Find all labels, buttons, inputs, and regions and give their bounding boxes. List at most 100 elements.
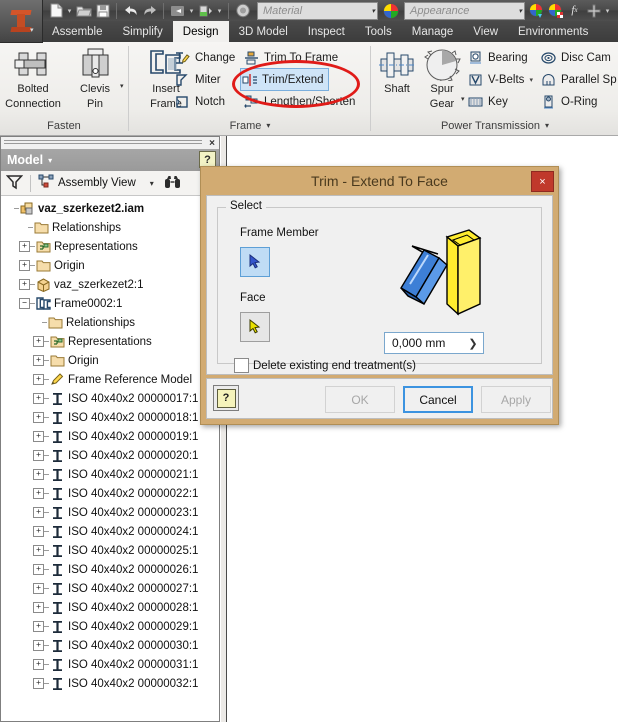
expand-icon[interactable]: + — [33, 583, 44, 594]
tab-tools[interactable]: Tools — [355, 21, 402, 42]
expand-icon[interactable]: + — [33, 621, 44, 632]
chevron-down-icon[interactable]: ▾ — [30, 26, 34, 34]
tab-simplify[interactable]: Simplify — [113, 21, 173, 42]
expand-icon[interactable]: + — [33, 393, 44, 404]
panel-frame-label[interactable]: Frame ▾ — [130, 117, 370, 134]
appearance-combo[interactable]: Appearance ▾ — [404, 1, 525, 20]
expand-icon[interactable]: + — [33, 431, 44, 442]
tree-row[interactable]: + Representations — [1, 237, 219, 256]
new-file-dropdown-icon[interactable]: ▾ — [65, 7, 74, 15]
close-icon[interactable]: × — [205, 138, 219, 149]
frame-member-select-button[interactable] — [240, 247, 270, 277]
return-dropdown-icon[interactable]: ▾ — [187, 7, 196, 15]
miter-button[interactable]: Miter — [174, 69, 221, 90]
tree-row[interactable]: + ISO 40x40x2 00000017:1 — [1, 389, 219, 408]
expand-icon[interactable]: + — [33, 564, 44, 575]
expand-icon[interactable]: + — [19, 279, 30, 290]
spur-gear-dropdown-icon[interactable]: ▾ — [461, 94, 465, 107]
spur-gear-button[interactable]: Spur Gear ▾ — [417, 45, 467, 110]
clevis-pin-dropdown-icon[interactable]: ▾ — [120, 81, 124, 94]
tree-row[interactable]: + ISO 40x40x2 00000026:1 — [1, 560, 219, 579]
tree-row[interactable]: + Origin — [1, 256, 219, 275]
expand-icon[interactable]: + — [19, 260, 30, 271]
panel-power-transmission-label[interactable]: Power Transmission ▾ — [372, 117, 618, 134]
tab-view[interactable]: View — [463, 21, 508, 42]
offset-field[interactable]: 0,000 mm ❯ — [384, 332, 484, 354]
appearance-clear-icon[interactable] — [546, 2, 565, 20]
chevron-down-icon[interactable]: ▾ — [48, 156, 52, 165]
select-icon[interactable] — [233, 2, 252, 20]
tree-row[interactable]: + ISO 40x40x2 00000023:1 — [1, 503, 219, 522]
trim-to-frame-button[interactable]: Trim To Frame — [243, 47, 338, 68]
tree-row[interactable]: + ISO 40x40x2 00000031:1 — [1, 655, 219, 674]
bolted-connection-button[interactable]: Bolted Connection — [0, 45, 66, 110]
parameters-fx-icon[interactable]: fx — [565, 2, 584, 20]
expand-icon[interactable]: + — [33, 659, 44, 670]
model-tree[interactable]: vaz_szerkezet2.iam Relationships + Represen… — [1, 196, 219, 721]
tree-row[interactable]: + ISO 40x40x2 00000032:1 — [1, 674, 219, 693]
tree-row[interactable]: + ISO 40x40x2 00000022:1 — [1, 484, 219, 503]
expand-icon[interactable]: + — [33, 602, 44, 613]
clevis-pin-button[interactable]: Clevis Pin ▾ — [62, 45, 128, 110]
key-button[interactable]: Key — [467, 91, 508, 112]
tab-design[interactable]: Design — [172, 21, 229, 42]
tree-row[interactable]: + ISO 40x40x2 00000029:1 — [1, 617, 219, 636]
expand-icon[interactable]: + — [19, 241, 30, 252]
tree-row[interactable]: + Representations — [1, 332, 219, 351]
expand-icon[interactable]: + — [33, 355, 44, 366]
tree-row[interactable]: + ISO 40x40x2 00000021:1 — [1, 465, 219, 484]
appearance-adjust-icon[interactable] — [527, 2, 546, 20]
tab-inspect[interactable]: Inspect — [298, 21, 355, 42]
qat-overflow-icon[interactable]: ▾ — [603, 7, 612, 15]
notch-button[interactable]: Notch — [174, 91, 225, 112]
o-ring-button[interactable]: O-Ring — [540, 91, 597, 112]
tree-row[interactable]: + ISO 40x40x2 00000019:1 — [1, 427, 219, 446]
close-icon[interactable]: × — [531, 171, 554, 192]
tree-row[interactable]: + ISO 40x40x2 00000028:1 — [1, 598, 219, 617]
v-belts-dropdown-icon[interactable]: ▾ — [529, 76, 533, 84]
binoculars-icon[interactable] — [164, 175, 181, 192]
bearing-button[interactable]: Bearing — [467, 47, 528, 68]
apply-button[interactable]: Apply — [481, 386, 551, 413]
tree-row[interactable]: + ISO 40x40x2 00000025:1 — [1, 541, 219, 560]
tab-environments[interactable]: Environments — [508, 21, 598, 42]
tree-row[interactable]: Relationships — [1, 313, 219, 332]
new-file-icon[interactable] — [46, 2, 65, 20]
delete-end-treatments-checkbox[interactable] — [234, 358, 249, 373]
tree-row[interactable]: + ISO 40x40x2 00000027:1 — [1, 579, 219, 598]
filter-funnel-icon[interactable] — [5, 174, 24, 193]
v-belts-button[interactable]: V-Belts ▾ — [467, 69, 533, 90]
tree-row[interactable]: + ISO 40x40x2 00000024:1 — [1, 522, 219, 541]
tree-row[interactable]: + Frame Reference Model — [1, 370, 219, 389]
tree-row[interactable]: Relationships — [1, 218, 219, 237]
undo-icon[interactable] — [121, 2, 140, 20]
expand-icon[interactable]: + — [33, 412, 44, 423]
redo-icon[interactable] — [140, 2, 159, 20]
open-file-icon[interactable] — [74, 2, 93, 20]
shaft-button[interactable]: Shaft — [372, 45, 422, 96]
help-button[interactable]: ? — [213, 385, 239, 411]
tree-row[interactable]: + Origin — [1, 351, 219, 370]
trim-extend-button[interactable]: Trim/Extend — [240, 68, 329, 91]
update-dropdown-icon[interactable]: ▾ — [215, 7, 224, 15]
expand-icon[interactable]: + — [33, 450, 44, 461]
collapse-icon[interactable]: − — [19, 298, 30, 309]
offset-dropdown-icon[interactable]: ❯ — [463, 337, 483, 350]
tab-3d-model[interactable]: 3D Model — [229, 21, 298, 42]
tree-row[interactable]: vaz_szerkezet2.iam — [1, 199, 219, 218]
cancel-button[interactable]: Cancel — [403, 386, 473, 413]
ok-button[interactable]: OK — [325, 386, 395, 413]
expand-icon[interactable]: + — [33, 545, 44, 556]
inventor-logo[interactable]: ▾ — [0, 0, 43, 43]
expand-icon[interactable]: + — [33, 507, 44, 518]
material-combo[interactable]: Material ▾ — [257, 1, 378, 20]
expand-icon[interactable]: + — [33, 678, 44, 689]
expand-icon[interactable]: + — [33, 488, 44, 499]
tree-row[interactable]: + ISO 40x40x2 00000030:1 — [1, 636, 219, 655]
save-icon[interactable] — [93, 2, 112, 20]
expand-icon[interactable]: + — [33, 640, 44, 651]
expand-icon[interactable]: + — [33, 469, 44, 480]
expand-icon[interactable]: + — [33, 336, 44, 347]
delete-end-treatments-row[interactable]: Delete existing end treatment(s) — [234, 358, 416, 373]
return-icon[interactable] — [168, 2, 187, 20]
